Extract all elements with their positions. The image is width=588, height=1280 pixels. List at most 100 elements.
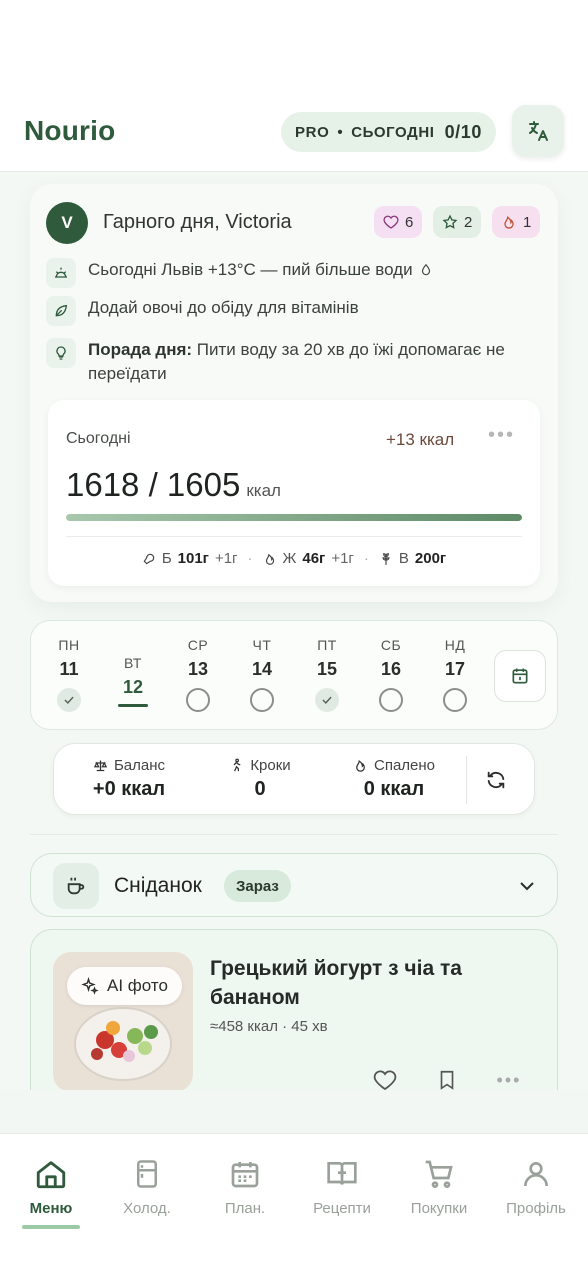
greeting-text: Гарного дня, Victoria <box>103 211 292 233</box>
today-label: СЬОГОДНІ <box>351 123 435 141</box>
lightbulb-icon <box>46 338 76 368</box>
pro-today-pill[interactable]: PRO • СЬОГОДНІ 0/10 <box>281 112 496 152</box>
weather-tip: Сьогодні Львів +13°C — пий більше води <box>46 258 433 288</box>
tab-label: Меню <box>29 1200 73 1217</box>
kcal-value: 1618 / 1605 <box>66 466 241 503</box>
refresh-button[interactable] <box>482 766 510 794</box>
water-drop-icon <box>421 263 430 276</box>
empty-circle-icon <box>186 688 210 712</box>
veggie-tip: Додай овочі до обіду для вітамінів <box>46 296 359 326</box>
streak-chip[interactable]: 1 <box>492 206 541 238</box>
daily-tip: Порада дня: Пити воду за 20 хв до їжі до… <box>46 338 542 386</box>
stars-count: 2 <box>464 213 473 231</box>
tab-profile[interactable]: Профіль <box>488 1156 584 1217</box>
day-tue[interactable]: ВТ 12 <box>111 637 155 707</box>
meal-section-breakfast[interactable]: Сніданок Зараз <box>30 853 558 917</box>
day-sun[interactable]: НД 17 <box>433 637 477 712</box>
dot-separator: · <box>247 550 253 567</box>
avatar[interactable]: V <box>46 202 88 244</box>
kcal-total: 1618 / 1605 ккал <box>66 466 281 504</box>
recipe-card[interactable]: AI фото Грецький йогурт з чіа та бананом… <box>30 929 558 1090</box>
tab-label: Покупки <box>410 1200 468 1217</box>
day-sat[interactable]: СБ 16 <box>369 637 413 712</box>
wheat-icon <box>382 552 390 565</box>
tab-label: Рецепти <box>313 1200 371 1217</box>
book-icon <box>327 1162 357 1185</box>
protein-value: 101г <box>177 550 209 567</box>
tab-plan[interactable]: План. <box>197 1156 293 1217</box>
coffee-cup-icon <box>53 863 99 909</box>
daily-tip-text: Порада дня: Пити воду за 20 хв до їжі до… <box>88 338 542 386</box>
favorite-button[interactable] <box>371 1066 399 1090</box>
dot-separator: • <box>337 123 344 141</box>
day-thu[interactable]: ЧТ 14 <box>240 637 284 712</box>
calendar-button[interactable] <box>494 650 546 702</box>
bookmark-icon <box>440 1070 454 1090</box>
today-summary-card[interactable]: Сьогодні +13 ккал ••• 1618 / 1605 ккал Б … <box>48 400 540 586</box>
ai-photo-label: AI фото <box>107 976 168 995</box>
bookmark-button[interactable] <box>433 1066 461 1090</box>
day-number: 15 <box>316 659 338 679</box>
tab-menu[interactable]: Меню <box>3 1156 99 1229</box>
bottom-fade <box>0 1090 588 1134</box>
check-icon <box>57 688 81 712</box>
pro-label: PRO <box>295 123 330 141</box>
meal-title: Сніданок <box>114 874 202 897</box>
fat-plus: +1г <box>331 550 354 567</box>
tab-fridge[interactable]: Холод. <box>99 1156 195 1217</box>
day-number: 17 <box>444 659 466 679</box>
home-icon <box>36 1161 66 1189</box>
scale-icon <box>93 760 108 772</box>
burned-stat: Спалено 0 ккал <box>339 757 449 801</box>
day-fri[interactable]: ПТ 15 <box>305 637 349 712</box>
week-selector: ПН 11 ВТ 12 СР 13 ЧТ 14 ПТ 15 СБ 16 НД 1… <box>30 620 558 730</box>
steps-stat: Кроки 0 <box>222 757 298 801</box>
chevron-down-icon[interactable] <box>515 874 539 898</box>
sun-horizon-icon <box>46 258 76 288</box>
divider <box>30 834 558 835</box>
water-label: В <box>398 550 409 567</box>
day-wed[interactable]: СР 13 <box>176 637 220 712</box>
kcal-progress-bar <box>66 514 522 521</box>
kcal-delta: +13 ккал <box>386 430 455 449</box>
sparkle-icon <box>81 977 99 995</box>
fat-label: Ж <box>282 550 297 567</box>
today-count: 0/10 <box>444 121 482 142</box>
tab-label: План. <box>224 1200 266 1217</box>
active-tab-indicator <box>22 1225 80 1229</box>
day-name: ПТ <box>317 637 337 653</box>
balance-value: +0 ккал <box>92 778 166 800</box>
day-name: ЧТ <box>252 637 272 653</box>
today-card-label: Сьогодні <box>66 430 131 447</box>
tab-shopping[interactable]: Покупки <box>391 1156 487 1217</box>
active-day-underline <box>118 704 148 707</box>
tab-label: Профіль <box>506 1200 566 1217</box>
day-number: 13 <box>187 659 209 679</box>
dot-separator: · <box>363 550 369 567</box>
likes-chip[interactable]: 6 <box>374 206 423 238</box>
day-number: 14 <box>251 659 273 679</box>
flame-icon <box>356 759 365 772</box>
tab-recipes[interactable]: Рецепти <box>294 1156 390 1217</box>
app-logo: Nourio <box>24 115 116 146</box>
check-icon <box>315 688 339 712</box>
day-number: 12 <box>122 677 144 697</box>
meal-now-badge: Зараз <box>224 870 291 902</box>
protein-label: Б <box>161 550 172 567</box>
day-mon[interactable]: ПН 11 <box>47 637 91 712</box>
kcal-unit: ккал <box>246 481 281 500</box>
walking-icon <box>233 758 241 772</box>
bottom-tab-bar: Меню Холод. План. Рецепти Покупки Профіл… <box>0 1133 588 1280</box>
leaf-icon <box>46 296 76 326</box>
more-options-icon[interactable]: ••• <box>495 1066 523 1090</box>
protein-plus: +1г <box>214 550 238 567</box>
ai-photo-button[interactable]: AI фото <box>67 967 182 1005</box>
day-number: 16 <box>380 659 402 679</box>
translate-button[interactable] <box>512 105 564 157</box>
macros-row: Б 101г +1г · Ж 46г +1г · В 200г <box>48 550 540 567</box>
tab-label: Холод. <box>123 1200 171 1217</box>
stars-chip[interactable]: 2 <box>433 206 482 238</box>
divider <box>466 756 467 804</box>
more-options-icon[interactable]: ••• <box>488 424 515 447</box>
empty-circle-icon <box>250 688 274 712</box>
